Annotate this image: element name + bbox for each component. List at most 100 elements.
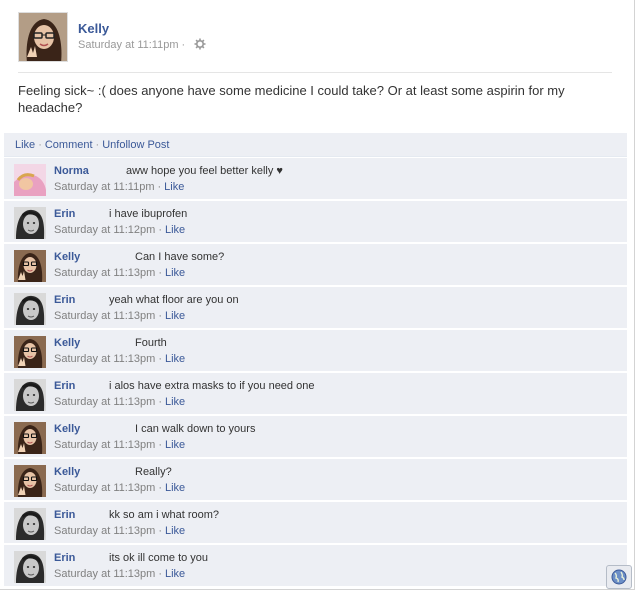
comment-row: Erin its ok ill come to you Saturday at 11… bbox=[4, 544, 627, 586]
commenter-avatar[interactable] bbox=[14, 508, 46, 540]
like-comment-link[interactable]: Like bbox=[165, 267, 185, 279]
commenter-avatar[interactable] bbox=[14, 379, 46, 411]
commenter-avatar[interactable] bbox=[14, 336, 46, 368]
post-header: Kelly Saturday at 11:11pm · bbox=[18, 12, 618, 64]
commenter-avatar[interactable] bbox=[14, 293, 46, 325]
meta-separator: · bbox=[158, 396, 162, 408]
commenter-name[interactable]: Kelly bbox=[54, 337, 80, 349]
comment-meta: Saturday at 11:13pm · Like bbox=[54, 267, 185, 279]
post-timestamp[interactable]: Saturday at 11:11pm bbox=[78, 39, 179, 51]
post-meta: Saturday at 11:11pm · bbox=[78, 38, 206, 51]
like-comment-link[interactable]: Like bbox=[165, 568, 185, 580]
commenter-avatar[interactable] bbox=[14, 551, 46, 583]
meta-separator: · bbox=[158, 568, 162, 580]
comment-row: Kelly Can I have some? Saturday at 11:13pm… bbox=[4, 243, 627, 285]
meta-separator: · bbox=[158, 482, 162, 494]
comment-row: Erin i have ibuprofen Saturday at 11:12pm ·… bbox=[4, 200, 627, 242]
post-frame: Kelly Saturday at 11:11pm · Feeling sick~… bbox=[0, 0, 635, 590]
commenter-avatar[interactable] bbox=[14, 207, 46, 239]
unfollow-post-link[interactable]: Unfollow Post bbox=[102, 139, 169, 151]
comment-row: Kelly I can walk down to yours Saturday at… bbox=[4, 415, 627, 457]
comment-link[interactable]: Comment bbox=[45, 139, 93, 151]
comments-list: Norma aww hope you feel better kelly ♥ Sat… bbox=[4, 157, 627, 587]
comment-timestamp[interactable]: Saturday at 11:13pm bbox=[54, 482, 155, 494]
commenter-avatar[interactable] bbox=[14, 164, 46, 196]
action-separator: · bbox=[38, 139, 42, 151]
comment-timestamp[interactable]: Saturday at 11:13pm bbox=[54, 439, 155, 451]
meta-separator: · bbox=[158, 353, 162, 365]
comment-text: i alos have extra masks to if you need o… bbox=[109, 380, 315, 392]
like-comment-link[interactable]: Like bbox=[165, 353, 185, 365]
meta-separator: · bbox=[181, 39, 186, 51]
meta-separator: · bbox=[158, 310, 162, 322]
comment-meta: Saturday at 11:13pm · Like bbox=[54, 310, 185, 322]
meta-separator: · bbox=[158, 525, 162, 537]
comment-text: aww hope you feel better kelly ♥ bbox=[126, 165, 283, 177]
comment-meta: Saturday at 11:13pm · Like bbox=[54, 353, 185, 365]
globe-icon bbox=[611, 569, 627, 585]
comment-timestamp[interactable]: Saturday at 11:13pm bbox=[54, 525, 155, 537]
comment-meta: Saturday at 11:11pm · Like bbox=[54, 181, 184, 193]
comment-timestamp[interactable]: Saturday at 11:11pm bbox=[54, 181, 155, 193]
commenter-name[interactable]: Kelly bbox=[54, 423, 80, 435]
comment-row: Norma aww hope you feel better kelly ♥ Sat… bbox=[4, 157, 627, 199]
like-comment-link[interactable]: Like bbox=[165, 482, 185, 494]
commenter-name[interactable]: Erin bbox=[54, 380, 75, 392]
comment-meta: Saturday at 11:13pm · Like bbox=[54, 525, 185, 537]
header-divider bbox=[18, 72, 612, 73]
comment-row: Erin i alos have extra masks to if you ne… bbox=[4, 372, 627, 414]
comment-timestamp[interactable]: Saturday at 11:13pm bbox=[54, 396, 155, 408]
comment-meta: Saturday at 11:13pm · Like bbox=[54, 482, 185, 494]
chat-button[interactable] bbox=[606, 565, 632, 589]
commenter-avatar[interactable] bbox=[14, 465, 46, 497]
meta-separator: · bbox=[158, 267, 162, 279]
post-body-text: Feeling sick~ :( does anyone have some m… bbox=[18, 83, 565, 115]
action-separator: · bbox=[95, 139, 100, 151]
comment-timestamp[interactable]: Saturday at 11:13pm bbox=[54, 310, 155, 322]
like-comment-link[interactable]: Like bbox=[165, 224, 185, 236]
commenter-name[interactable]: Kelly bbox=[54, 466, 80, 478]
comment-text: its ok ill come to you bbox=[109, 552, 209, 564]
comment-row: Erin yeah what floor are you on Saturday a… bbox=[4, 286, 627, 328]
like-comment-link[interactable]: Like bbox=[165, 310, 185, 322]
comment-timestamp[interactable]: Saturday at 11:13pm bbox=[54, 267, 155, 279]
post-author-name[interactable]: Kelly bbox=[78, 21, 109, 36]
commenter-name[interactable]: Norma bbox=[54, 165, 89, 177]
like-comment-link[interactable]: Like bbox=[165, 439, 185, 451]
comment-text: I can walk down to yours bbox=[135, 423, 256, 435]
comment-timestamp[interactable]: Saturday at 11:12pm bbox=[54, 224, 155, 236]
comment-text: kk so am i what room? bbox=[109, 509, 220, 521]
comment-meta: Saturday at 11:13pm · Like bbox=[54, 568, 185, 580]
commenter-name[interactable]: Erin bbox=[54, 509, 75, 521]
meta-separator: · bbox=[158, 439, 162, 451]
meta-separator: · bbox=[158, 224, 162, 236]
comment-meta: Saturday at 11:13pm · Like bbox=[54, 396, 185, 408]
comment-meta: Saturday at 11:13pm · Like bbox=[54, 439, 185, 451]
commenter-name[interactable]: Erin bbox=[54, 208, 75, 220]
comment-text: Can I have some? bbox=[135, 251, 225, 263]
comment-row: Erin kk so am i what room? Saturday at 11:… bbox=[4, 501, 627, 543]
commenter-avatar[interactable] bbox=[14, 250, 46, 282]
comment-meta: Saturday at 11:12pm · Like bbox=[54, 224, 185, 236]
commenter-name[interactable]: Erin bbox=[54, 294, 75, 306]
commenter-name[interactable]: Erin bbox=[54, 552, 75, 564]
meta-separator: · bbox=[157, 181, 162, 193]
kelly-avatar-image bbox=[19, 13, 67, 61]
comment-row: Kelly Fourth Saturday at 11:13pm · Like bbox=[4, 329, 627, 371]
comment-text: Really? bbox=[135, 466, 172, 478]
comment-text: yeah what floor are you on bbox=[109, 294, 239, 306]
comment-text: Fourth bbox=[135, 337, 167, 349]
like-comment-link[interactable]: Like bbox=[165, 396, 185, 408]
comment-timestamp[interactable]: Saturday at 11:13pm bbox=[54, 353, 155, 365]
like-comment-link[interactable]: Like bbox=[165, 525, 185, 537]
like-post-link[interactable]: Like bbox=[15, 139, 35, 151]
post-actions-bar: Like · Comment · Unfollow Post bbox=[4, 133, 627, 157]
like-comment-link[interactable]: Like bbox=[164, 181, 184, 193]
commenter-name[interactable]: Kelly bbox=[54, 251, 80, 263]
comment-text: i have ibuprofen bbox=[109, 208, 188, 220]
gear-icon[interactable] bbox=[194, 38, 206, 50]
comment-timestamp[interactable]: Saturday at 11:13pm bbox=[54, 568, 155, 580]
comment-row: Kelly Really? Saturday at 11:13pm · Like bbox=[4, 458, 627, 500]
commenter-avatar[interactable] bbox=[14, 422, 46, 454]
post-author-avatar[interactable] bbox=[18, 12, 68, 62]
